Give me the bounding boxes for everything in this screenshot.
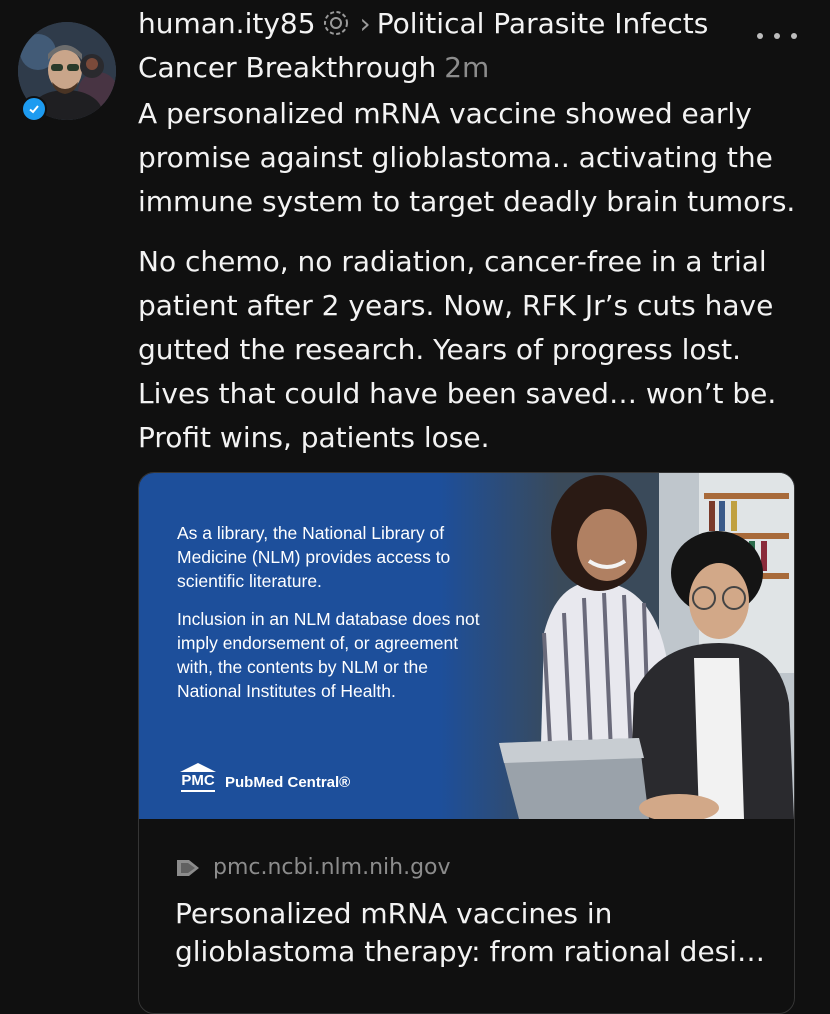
topic-label[interactable]: Political Parasite Infects xyxy=(377,7,709,40)
nlm-notice-line-1: As a library, the National Library of Me… xyxy=(177,523,451,591)
link-title[interactable]: Personalized mRNA vaccines in glioblasto… xyxy=(175,895,775,971)
verified-badge-icon xyxy=(21,96,47,122)
pmc-mark: PMC xyxy=(177,761,219,792)
timestamp: 2m xyxy=(444,51,490,84)
topic-label-continued[interactable]: Cancer Breakthrough xyxy=(138,51,436,84)
card-image: As a library, the National Library of Me… xyxy=(139,473,794,819)
post-paragraph-2: No chemo, no radiation, cancer-free in a… xyxy=(138,245,777,454)
nlm-notice: As a library, the National Library of Me… xyxy=(177,521,487,703)
post-header-line2: Cancer Breakthrough 2m xyxy=(138,46,758,90)
nlm-notice-line-2: Inclusion in an NLM database does not im… xyxy=(177,609,480,701)
topic-icon xyxy=(322,6,350,50)
link-domain-row: pmc.ncbi.nlm.nih.gov xyxy=(175,855,451,880)
pmc-name: PubMed Central® xyxy=(225,774,351,791)
link-info[interactable]: pmc.ncbi.nlm.nih.gov Personalized mRNA v… xyxy=(139,819,794,1013)
link-preview-card[interactable]: As a library, the National Library of Me… xyxy=(138,472,795,1014)
more-dots-icon[interactable] xyxy=(757,24,797,48)
post-body: A personalized mRNA vaccine showed early… xyxy=(138,92,818,460)
link-arrow-icon xyxy=(177,859,199,876)
chevron-right-icon: › xyxy=(359,7,371,40)
post-header: human.ity85 › Political Parasite Infects xyxy=(138,2,758,50)
post-paragraph-1: A personalized mRNA vaccine showed early… xyxy=(138,97,796,218)
username[interactable]: human.ity85 xyxy=(138,7,316,40)
pmc-logo: PMC PubMed Central® xyxy=(177,761,350,792)
link-domain: pmc.ncbi.nlm.nih.gov xyxy=(213,855,451,880)
pmc-mark-text: PMC xyxy=(181,773,215,792)
